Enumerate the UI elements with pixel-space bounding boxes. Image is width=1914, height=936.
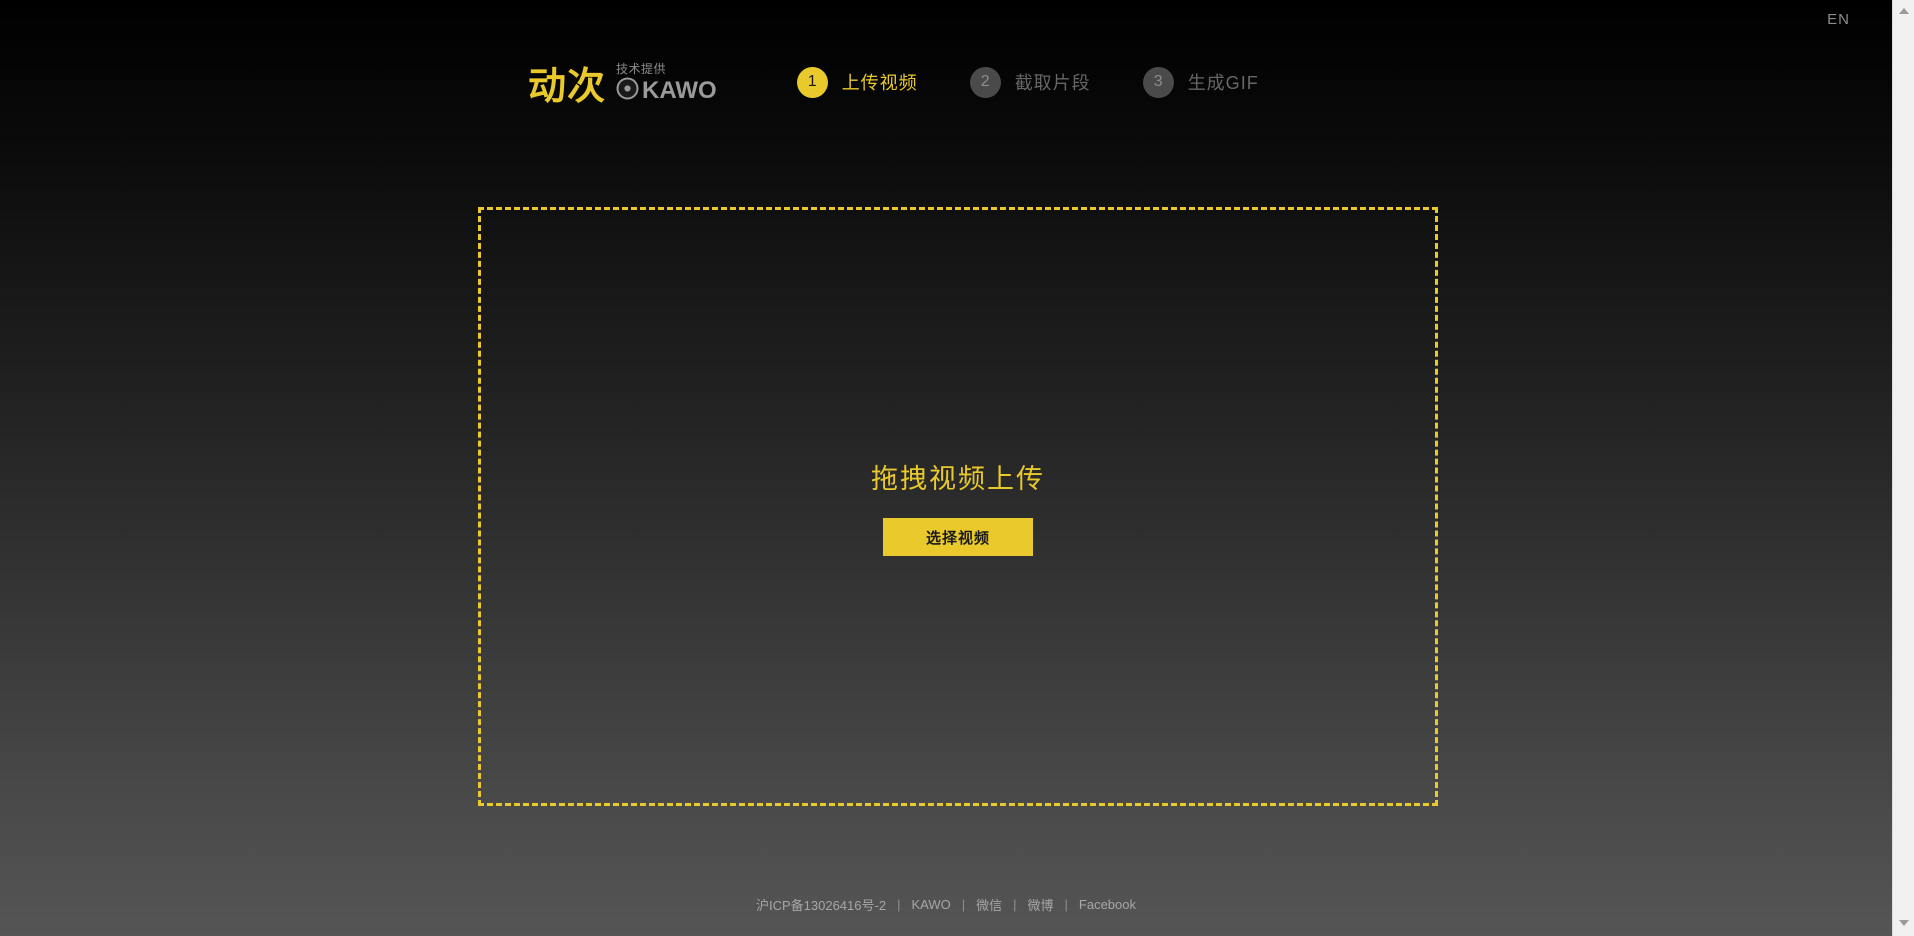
brand-credit: 技术提供 KAWO: [616, 62, 717, 106]
step-label: 生成GIF: [1187, 73, 1259, 93]
brand-credit-label: 技术提供: [616, 62, 667, 76]
step-item-trim[interactable]: 2 截取片段: [969, 66, 1091, 98]
step-label: 截取片段: [1014, 73, 1091, 93]
step-indicator: 1 上传视频 2 截取片段 3 生成GIF: [796, 66, 1259, 98]
step-label: 上传视频: [841, 73, 918, 93]
page-footer: 沪ICP备13026416号-2 | KAWO | 微信 | 微博 | Face…: [0, 895, 1892, 914]
step-item-generate-gif[interactable]: 3 生成GIF: [1142, 66, 1259, 98]
kawo-wordmark: KAWO: [642, 77, 717, 104]
step-item-upload[interactable]: 1 上传视频: [796, 66, 918, 98]
footer-link-wechat[interactable]: 微信: [965, 895, 1013, 914]
vertical-scrollbar[interactable]: [1892, 0, 1914, 936]
language-switch-button[interactable]: EN: [1827, 11, 1850, 28]
kawo-circle-icon: [616, 77, 639, 105]
scroll-down-arrow-icon[interactable]: [1893, 914, 1914, 932]
brand-lockup[interactable]: 动次 技术提供 KAWO: [528, 58, 717, 106]
step-number-badge: 1: [796, 66, 828, 98]
step-number-badge: 2: [969, 66, 1001, 98]
footer-link-kawo[interactable]: KAWO: [900, 897, 961, 912]
browser-viewport: EN 动次 技术提供 KAWO 1 上传视频 2 截取片段 3 生成GIF 拖拽…: [0, 0, 1914, 936]
page-header: 动次 技术提供 KAWO 1 上传视频 2 截取片段 3 生成GIF: [0, 52, 1892, 112]
brand-name: 动次: [528, 66, 607, 108]
kawo-logo[interactable]: KAWO: [616, 77, 717, 105]
footer-link-weibo[interactable]: 微博: [1017, 895, 1065, 914]
dropzone-title: 拖拽视频上传: [871, 464, 1045, 494]
video-dropzone[interactable]: 拖拽视频上传 选择视频: [478, 207, 1438, 806]
footer-icp-record: 沪ICP备13026416号-2: [755, 898, 887, 913]
footer-link-facebook[interactable]: Facebook: [1068, 897, 1147, 912]
step-number-badge: 3: [1142, 66, 1174, 98]
scroll-up-arrow-icon[interactable]: [1893, 2, 1914, 20]
select-video-button[interactable]: 选择视频: [883, 518, 1033, 556]
page-root: EN 动次 技术提供 KAWO 1 上传视频 2 截取片段 3 生成GIF 拖拽…: [0, 0, 1892, 936]
